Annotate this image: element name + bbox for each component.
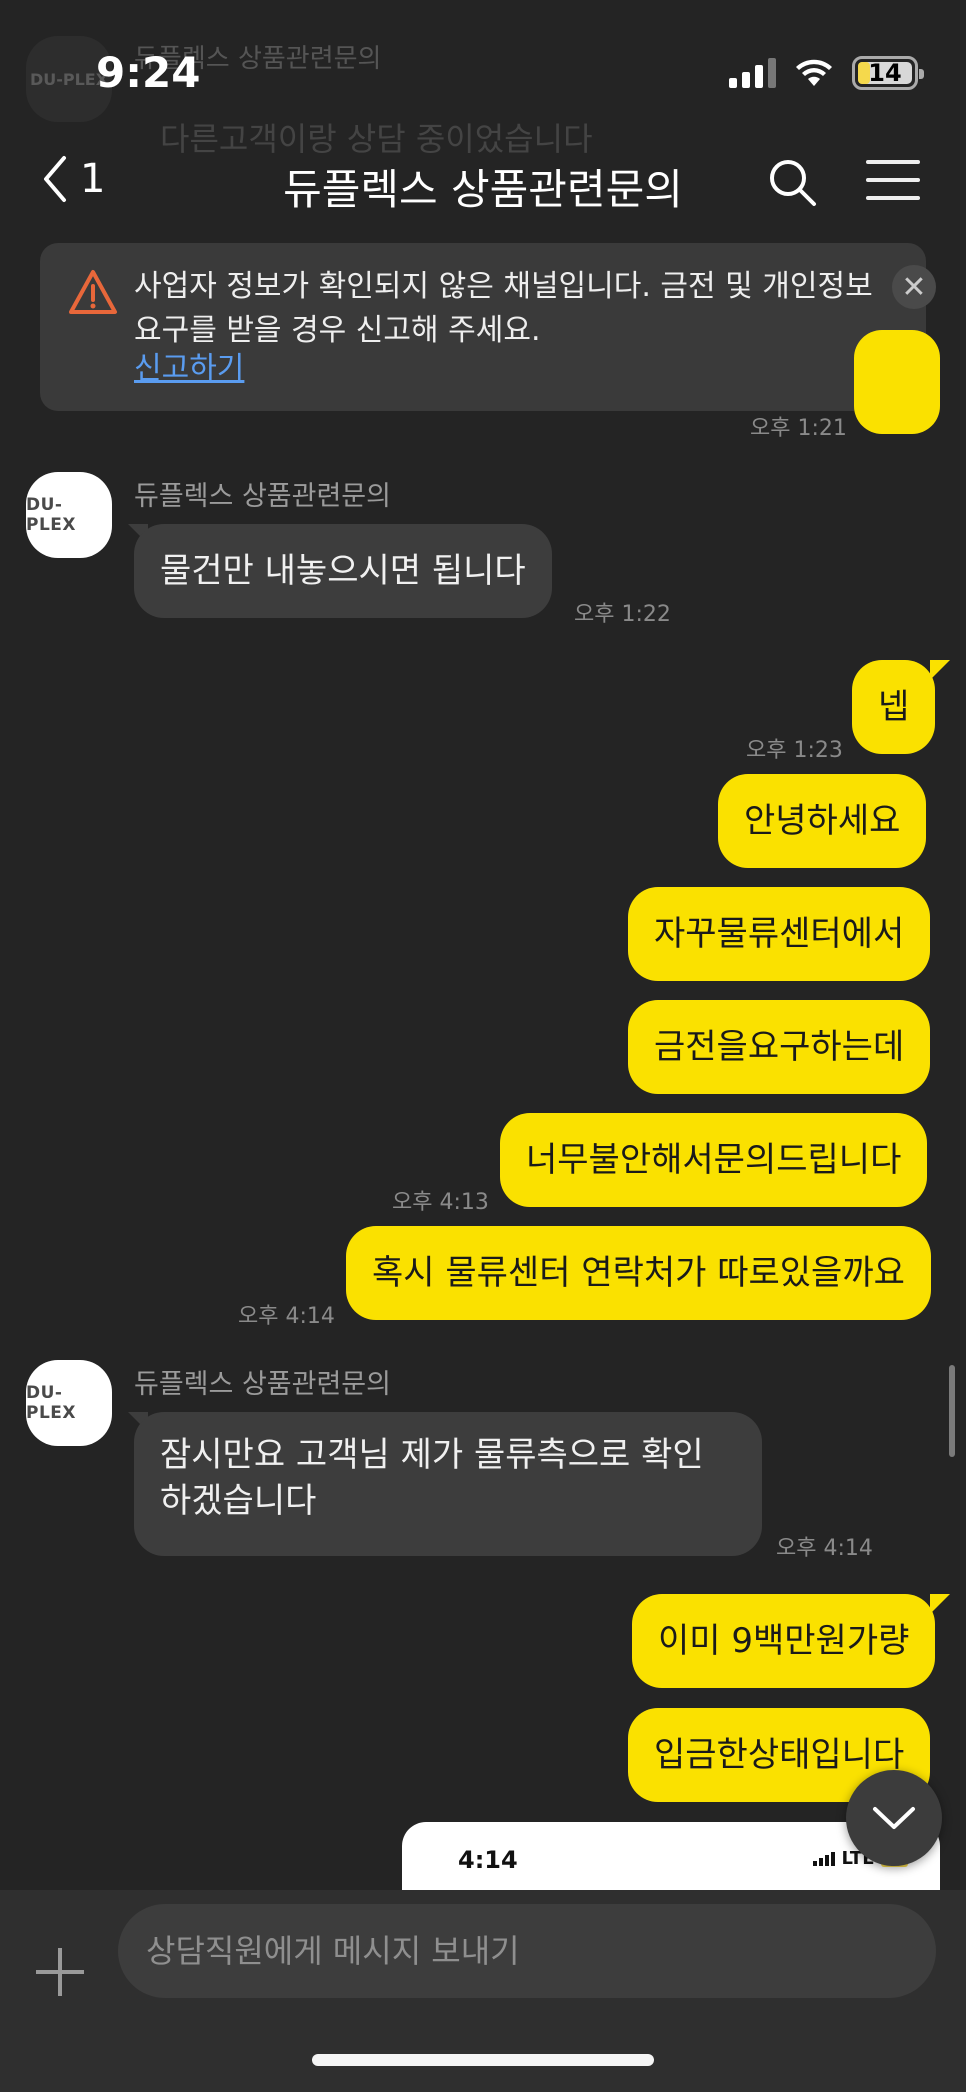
home-indicator[interactable] <box>312 2054 654 2066</box>
bubble-tail <box>930 1594 950 1614</box>
warning-icon <box>69 270 117 314</box>
warning-text: 사업자 정보가 확인되지 않은 채널입니다. 금전 및 개인정보 요구를 받을 … <box>134 269 873 348</box>
scroll-to-bottom-button[interactable] <box>846 1770 942 1866</box>
message-bubble-outgoing[interactable]: 넵 <box>852 660 936 754</box>
image-status-time: 4:14 <box>458 1846 518 1874</box>
timestamp: 오후 1:23 <box>746 738 843 763</box>
chat-screen: DU-PLEX 듀플렉스 상품관련문의 다른고객이랑 상담 중이었습니다 9:2… <box>0 0 966 2092</box>
battery-icon: 14 <box>852 56 924 90</box>
sender-name: 듀플렉스 상품관련문의 <box>134 1369 391 1400</box>
warning-banner: 사업자 정보가 확인되지 않은 채널입니다. 금전 및 개인정보 요구를 받을 … <box>40 243 936 411</box>
scrollbar[interactable] <box>949 1365 955 1457</box>
cellular-signal-icon <box>729 58 776 88</box>
sender-name: 듀플렉스 상품관련문의 <box>134 481 391 512</box>
cellular-signal-icon <box>813 1851 836 1866</box>
timestamp: 오후 4:14 <box>776 1536 873 1561</box>
menu-icon[interactable] <box>866 160 920 204</box>
message-line: 하겠습니다 <box>160 1481 317 1521</box>
chevron-down-icon <box>873 1807 915 1829</box>
bubble-tail <box>930 660 950 680</box>
message-bubble-outgoing[interactable]: 금전을요구하는데 <box>628 1000 931 1094</box>
message-bubble-outgoing[interactable]: 혹시 물류센터 연락처가 따로있을까요 <box>346 1226 931 1320</box>
status-time: 9:24 <box>96 48 201 97</box>
message-bubble-incoming[interactable]: 물건만 내놓으시면 됩니다 <box>134 524 552 618</box>
avatar[interactable]: DU-PLEX <box>26 472 112 558</box>
status-icons: 14 <box>729 56 924 90</box>
report-link[interactable]: 신고하기 <box>134 347 244 391</box>
plus-icon[interactable] <box>34 1946 86 1998</box>
message-line: 잠시만요 고객님 제가 물류측으로 확인 <box>160 1435 704 1475</box>
battery-level: 14 <box>868 59 902 87</box>
timestamp: 오후 4:14 <box>238 1304 335 1329</box>
wifi-icon <box>796 59 832 86</box>
close-icon[interactable]: ✕ <box>892 265 936 309</box>
avatar[interactable]: DU-PLEX <box>26 1360 112 1446</box>
message-input[interactable] <box>118 1904 936 1998</box>
timestamp: 오후 1:21 <box>750 416 847 441</box>
message-bubble-incoming[interactable]: 잠시만요 고객님 제가 물류측으로 확인 하겠습니다 <box>134 1412 762 1556</box>
search-icon[interactable] <box>766 156 818 208</box>
timestamp: 오후 4:13 <box>392 1190 489 1215</box>
chat-title: 듀플렉스 상품관련문의 <box>283 165 683 214</box>
message-bubble-outgoing[interactable]: 이미 9백만원가량 <box>632 1594 936 1688</box>
message-bubble-outgoing[interactable]: 자꾸물류센터에서 <box>628 887 931 981</box>
message-bubble-outgoing[interactable]: 안녕하세요 <box>718 774 927 868</box>
chat-header: 1 듀플렉스 상품관련문의 <box>0 140 966 226</box>
timestamp: 오후 1:22 <box>574 602 671 627</box>
message-bubble-hidden <box>854 330 940 434</box>
message-bubble-outgoing[interactable]: 너무불안해서문의드립니다 <box>500 1113 928 1207</box>
